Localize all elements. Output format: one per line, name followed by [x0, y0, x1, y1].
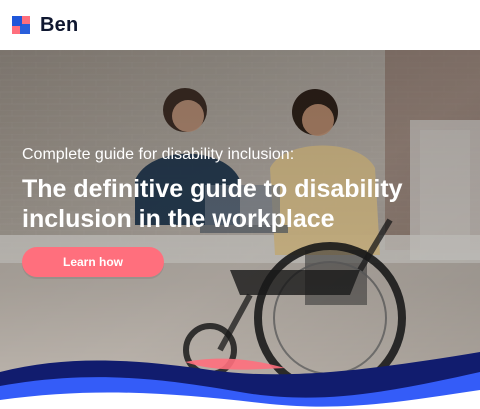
hero-banner: Complete guide for disability inclusion:…: [0, 50, 480, 409]
brand[interactable]: Ben: [10, 12, 78, 38]
hero-headline: The definitive guide to disability inclu…: [22, 175, 403, 233]
ben-logo-icon: [10, 14, 32, 36]
hero-eyebrow: Complete guide for disability inclusion:: [22, 146, 295, 163]
decorative-wave: [0, 352, 480, 409]
brand-name: Ben: [40, 13, 79, 36]
top-navigation: Ben: [0, 0, 480, 50]
learn-how-button[interactable]: Learn how: [22, 247, 164, 277]
